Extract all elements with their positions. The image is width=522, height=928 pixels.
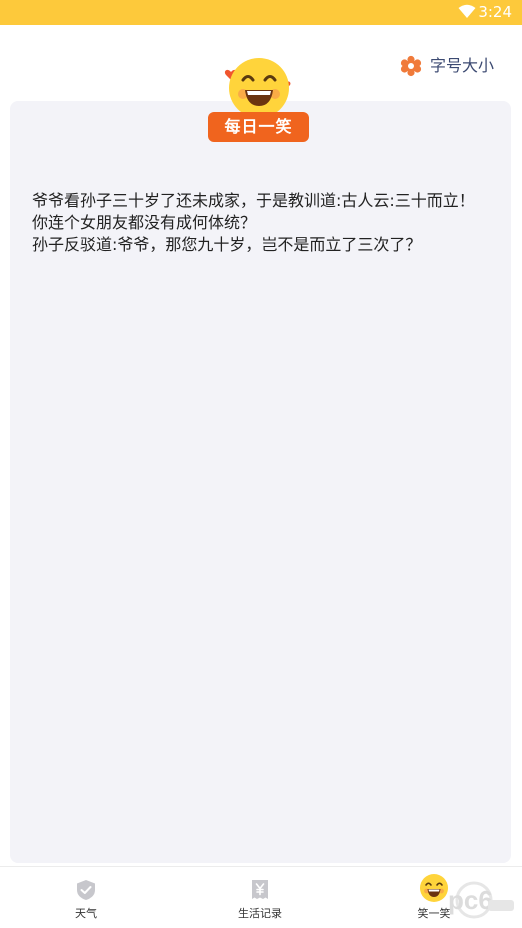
nav-label-life-records: 生活记录 — [238, 907, 282, 920]
font-size-button[interactable]: 字号大小 — [400, 54, 494, 78]
laughing-face-icon — [224, 58, 291, 118]
nav-tab-weather[interactable]: 天气 — [36, 867, 136, 928]
shield-check-icon — [77, 880, 95, 900]
svg-text:pc6: pc6 — [448, 885, 493, 915]
status-bar: 3:24 — [0, 0, 522, 25]
status-time: 3:24 — [478, 3, 512, 21]
font-size-label: 字号大小 — [429, 56, 494, 75]
daily-laugh-mascot: 每日一笑 — [203, 56, 319, 146]
wifi-icon — [458, 4, 476, 18]
pc6-watermark-logo: pc6 — [448, 881, 514, 919]
gear-icon — [400, 55, 422, 77]
yen-receipt-icon — [252, 880, 268, 899]
nav-label-weather: 天气 — [75, 907, 97, 920]
joke-text: 爷爷看孙子三十岁了还未成家，于是教训道:古人云:三十而立！你连个女朋友都没有成何… — [32, 191, 475, 254]
daily-laugh-badge: 每日一笑 — [208, 112, 309, 142]
nav-tab-life-records[interactable]: 生活记录 — [210, 867, 310, 928]
